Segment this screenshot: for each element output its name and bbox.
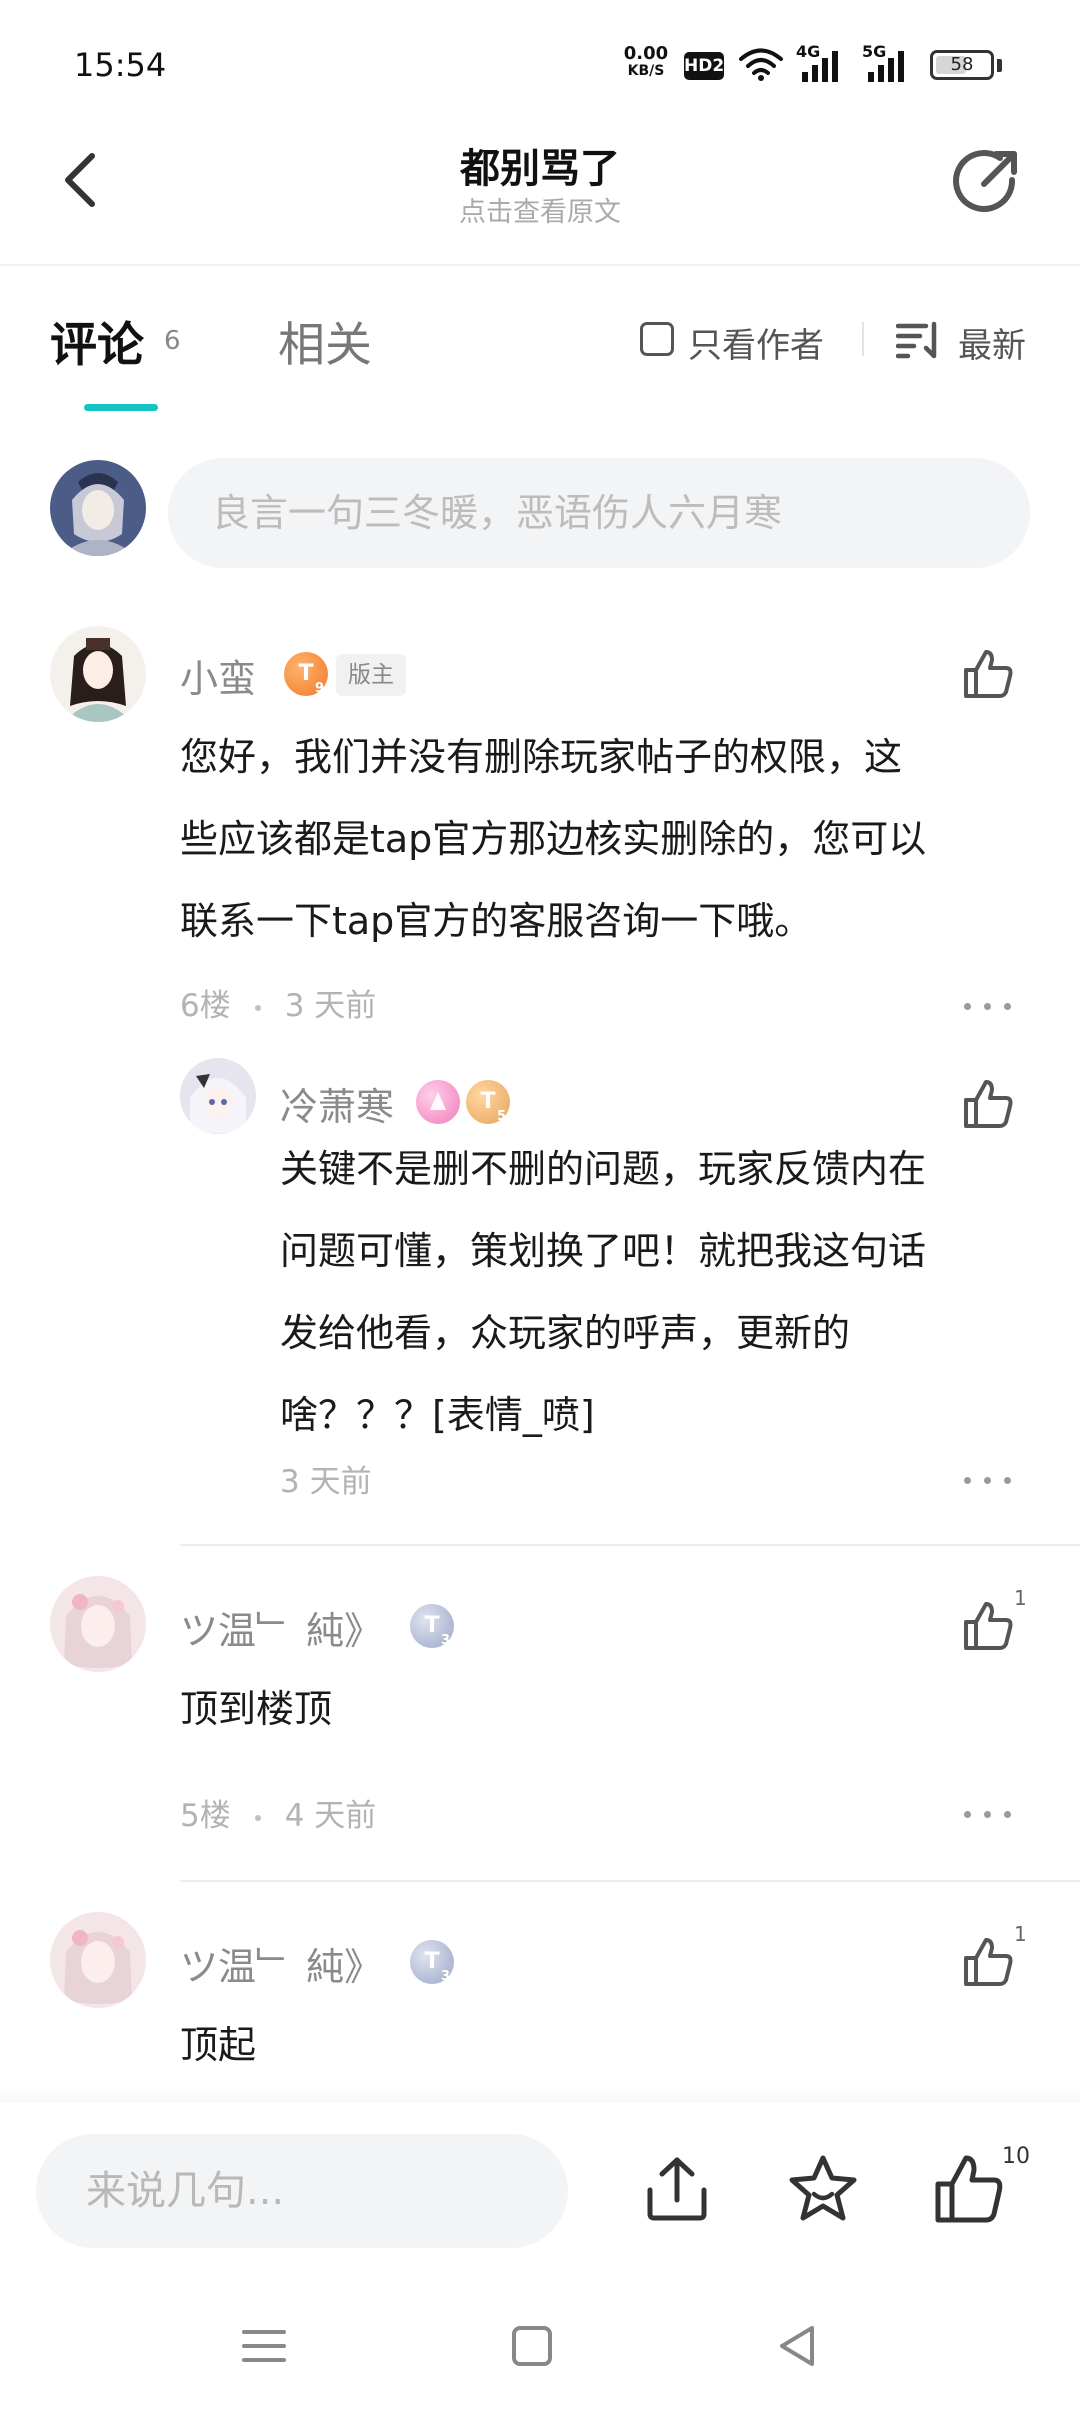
more-dots-icon[interactable]	[960, 1460, 1016, 1500]
level-badge-number: 3	[440, 1633, 450, 1648]
signal-strength-icon	[868, 51, 904, 82]
thumbs-up-icon[interactable]	[960, 1076, 1016, 1132]
network-speed: 0.00 KB/S	[618, 43, 674, 79]
reply-input[interactable]	[36, 2134, 568, 2248]
sort-list-icon[interactable]	[896, 320, 942, 360]
level-badge-number: 9	[314, 681, 324, 696]
like-count: 1	[1014, 1586, 1027, 1610]
moderator-tag: 版主	[336, 654, 406, 696]
comment-text: 顶起	[180, 2023, 257, 2067]
avatar[interactable]	[50, 1576, 146, 1672]
reply-text-line: 啥？？？[表情_喷]	[280, 1393, 595, 1437]
comment-username[interactable]: ツ温﹂ 純》	[180, 1936, 382, 1991]
menu-icon[interactable]	[238, 2320, 290, 2372]
level-badge: T5	[466, 1080, 510, 1124]
level-badge: T3	[410, 1940, 454, 1984]
level-badge-number: 5	[496, 1109, 506, 1124]
upload-share-icon[interactable]	[640, 2152, 714, 2226]
comment-text-line: 联系一下tap官方的客服咨询一下哦。	[180, 899, 813, 943]
comment-username[interactable]: ツ温﹂ 純》	[180, 1600, 382, 1655]
reply-text: 关键不是删不删的问题，玩家反馈内在 问题可懂，策划换了吧！就把我这句话 发给他看…	[280, 1128, 1020, 1456]
level-badge-letter: T	[424, 1613, 440, 1638]
reply-text-line: 发给他看，众玩家的呼声，更新的	[280, 1311, 851, 1355]
active-tab-indicator	[84, 404, 158, 411]
comment-divider	[180, 1880, 1080, 1882]
filter-divider	[862, 322, 864, 356]
avatar[interactable]	[180, 1058, 256, 1134]
comment-text: 您好，我们并没有删除玩家帖子的权限，这 些应该都是tap官方那边核实删除的，您可…	[180, 716, 1020, 962]
level-badge-letter: T	[424, 1949, 440, 1974]
meta-separator	[254, 1004, 261, 1011]
floor-number: 6楼	[180, 988, 231, 1024]
signal-strength-icon	[802, 51, 838, 82]
reply-text-line: 问题可懂，策划换了吧！就把我这句话	[280, 1229, 927, 1273]
my-avatar[interactable]	[50, 460, 146, 556]
triangle-back-icon[interactable]	[772, 2320, 824, 2372]
battery-tip	[997, 59, 1002, 72]
comment-composer-input[interactable]	[168, 458, 1030, 568]
view-original-link[interactable]: 点击查看原文	[0, 190, 1080, 229]
level-badge: T9	[284, 652, 328, 696]
post-like-count: 10	[1002, 2144, 1030, 2169]
sort-label[interactable]: 最新	[958, 318, 1026, 367]
comments-count: 6	[164, 326, 181, 356]
status-bar: 15:54 0.00 KB/S HD2 4G 5G 58	[0, 0, 1080, 120]
comment-meta: 5楼 4 天前	[180, 1790, 376, 1835]
avatar[interactable]	[50, 626, 146, 722]
network-speed-unit: KB/S	[627, 63, 665, 79]
page-title[interactable]: 都别骂了	[0, 136, 1080, 194]
reply-username[interactable]: 冷萧寒	[280, 1076, 394, 1131]
comment-time: 3 天前	[284, 988, 377, 1024]
thumbs-up-icon[interactable]	[960, 646, 1016, 702]
network-speed-value: 0.00	[623, 43, 669, 64]
tab-related[interactable]: 相关	[278, 306, 372, 375]
more-dots-icon[interactable]	[960, 1794, 1016, 1834]
thumbs-up-icon[interactable]	[960, 1934, 1016, 1990]
level-badge: T3	[410, 1604, 454, 1648]
meta-separator	[254, 1814, 261, 1821]
author-only-label[interactable]: 只看作者	[688, 318, 824, 367]
battery-icon: 58	[930, 50, 994, 80]
reply-meta: 3 天前	[280, 1456, 372, 1501]
comment-username[interactable]: 小蛮	[180, 648, 256, 703]
comment-text-line: 些应该都是tap官方那边核实删除的，您可以	[180, 817, 927, 861]
comment-text: 顶到楼顶	[180, 1687, 333, 1731]
hd-voice-icon: HD2	[684, 52, 724, 80]
header-divider	[0, 264, 1080, 266]
comment-time: 4 天前	[284, 1798, 377, 1834]
reply-time: 3 天前	[280, 1464, 372, 1500]
more-dots-icon[interactable]	[960, 986, 1016, 1026]
avatar[interactable]	[50, 1912, 146, 2008]
home-square-icon[interactable]	[506, 2320, 558, 2372]
battery-level: 58	[950, 54, 974, 75]
reply-text-line: 关键不是删不删的问题，玩家反馈内在	[280, 1147, 927, 1191]
comment-divider	[180, 1544, 1080, 1546]
level-badge-number: 3	[440, 1969, 450, 1984]
tab-comments[interactable]: 评论	[50, 306, 144, 375]
level-badge-letter: T	[298, 661, 314, 686]
status-time: 15:54	[74, 46, 167, 84]
star-icon[interactable]	[786, 2152, 860, 2226]
fan-badge-icon	[416, 1080, 460, 1124]
like-count: 1	[1014, 1922, 1027, 1946]
comment-text-line: 您好，我们并没有删除玩家帖子的权限，这	[180, 735, 903, 779]
floor-number: 5楼	[180, 1798, 231, 1834]
author-only-checkbox[interactable]	[640, 322, 674, 356]
thumbs-up-icon[interactable]	[932, 2152, 1006, 2226]
thumbs-up-icon[interactable]	[960, 1598, 1016, 1654]
level-badge-letter: T	[480, 1089, 496, 1114]
share-icon[interactable]	[950, 146, 1022, 218]
comment-meta: 6楼 3 天前	[180, 980, 376, 1025]
wifi-icon	[739, 48, 783, 81]
